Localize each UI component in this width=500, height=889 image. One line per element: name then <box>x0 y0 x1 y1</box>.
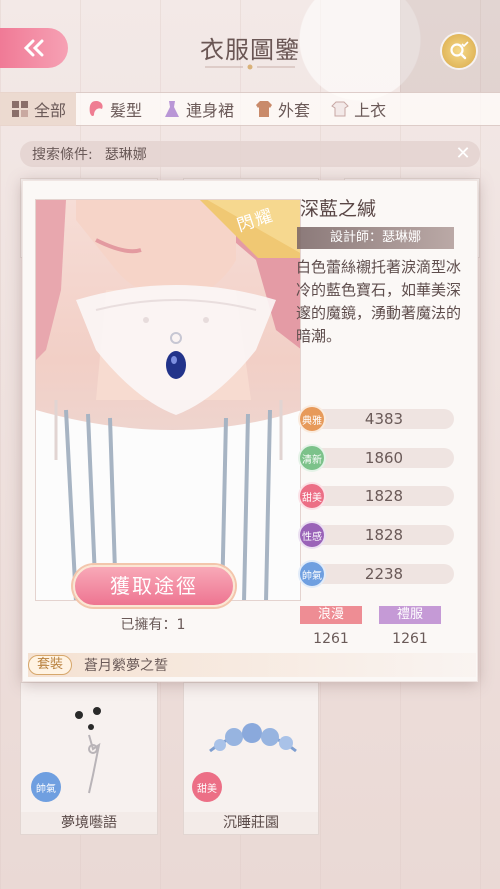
stat-value: 1828 <box>364 487 404 505</box>
grid-icon <box>12 101 28 117</box>
item-name: 沉睡莊園 <box>184 812 318 834</box>
tab-label: 連身裙 <box>186 101 235 120</box>
stat-cool: 帥氣 2238 <box>298 560 454 588</box>
stat-value: 4383 <box>364 410 404 428</box>
stat-sexy: 性感 1828 <box>298 521 454 549</box>
stat-elegant: 典雅 4383 <box>298 405 454 433</box>
stat-sweet: 甜美 1828 <box>298 482 454 510</box>
style-badge: 帥氣 <box>31 772 61 802</box>
tab-coat[interactable]: 外套 <box>244 92 320 126</box>
elegant-icon: 典雅 <box>298 405 326 433</box>
tab-label: 髮型 <box>110 101 143 120</box>
item-name: 夢境囈語 <box>21 812 157 834</box>
item-name-title: 深藍之緘 <box>300 198 377 220</box>
item-tile-sleeping-manor[interactable]: 甜美 沉睡莊園 <box>183 682 319 835</box>
fresh-icon: 清新 <box>298 444 326 472</box>
clear-search-button[interactable]: ✕ <box>454 145 472 163</box>
shine-ribbon: 閃耀 <box>198 200 300 258</box>
suit-name: 蒼月縈夢之誓 <box>84 658 168 674</box>
item-tile-dream-whisper[interactable]: 帥氣 夢境囈語 <box>20 682 158 835</box>
designer-label: 設計師：瑟琳娜 <box>297 227 454 249</box>
item-description: 白色蕾絲襯托著淚滴型冰冷的藍色寶石，如華美深邃的魔鏡，湧動著魔法的暗潮。 <box>296 258 462 345</box>
tab-label: 全部 <box>34 101 67 120</box>
close-icon: ✕ <box>455 143 471 164</box>
tag-value: 1261 <box>313 631 349 647</box>
tag-formal: 禮服 <box>379 606 441 624</box>
tab-shirt[interactable]: 上衣 <box>320 92 396 126</box>
suit-tag: 套裝 <box>28 655 72 675</box>
hair-icon <box>89 101 103 117</box>
stat-value: 1828 <box>364 526 404 544</box>
rose-headband-icon <box>209 723 297 753</box>
shirt-icon <box>331 101 349 117</box>
accessory-chain-icon <box>75 707 101 794</box>
cool-icon: 帥氣 <box>298 560 326 588</box>
title-ornament-icon <box>205 64 295 70</box>
search-icon <box>450 41 469 60</box>
stat-fresh: 清新 1860 <box>298 444 454 472</box>
item-preview-image: 閃耀 <box>35 199 301 601</box>
tab-dress[interactable]: 連身裙 <box>152 92 244 126</box>
model-illustration-icon <box>36 200 300 600</box>
tag-value: 1261 <box>392 631 428 647</box>
category-tabs: 全部 髮型 連身裙 外套 上衣 <box>0 92 500 126</box>
stat-value: 1860 <box>364 449 404 467</box>
tab-label: 外套 <box>278 101 311 120</box>
search-condition-bar: 搜索條件: 瑟琳娜 ✕ <box>20 141 480 167</box>
sweet-icon: 甜美 <box>298 482 326 510</box>
stat-value: 2238 <box>364 565 404 583</box>
tab-label: 上衣 <box>354 101 387 120</box>
style-badge: 甜美 <box>192 772 222 802</box>
tab-all[interactable]: 全部 <box>0 92 77 126</box>
coat-icon <box>256 101 273 117</box>
search-button[interactable] <box>442 34 476 68</box>
owned-count: 已擁有：1 <box>120 617 186 633</box>
sexy-icon: 性感 <box>298 521 326 549</box>
acquire-button[interactable]: 獲取途徑 <box>73 565 235 607</box>
tag-romantic: 浪漫 <box>300 606 362 624</box>
dress-icon <box>165 101 180 117</box>
tab-hair[interactable]: 髮型 <box>76 92 152 126</box>
page-title: 衣服圖鑒 <box>200 36 300 64</box>
search-condition-label: 搜索條件: <box>32 147 93 163</box>
suit-row[interactable]: 套裝 蒼月縈夢之誓 <box>28 653 476 677</box>
search-condition-value: 瑟琳娜 <box>104 147 147 163</box>
